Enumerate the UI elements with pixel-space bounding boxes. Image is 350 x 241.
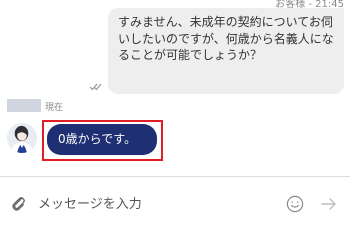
agent-avatar-icon [7,123,37,153]
chat-area: お客様 - 21:45 すみません、未成年の契約についてお伺いしたいのですが、何… [0,0,350,176]
smiley-icon[interactable] [286,195,304,213]
paperclip-icon[interactable] [11,195,26,213]
incoming-message-bubble: 0歳からです。 [47,124,157,155]
outgoing-message-bubble: すみません、未成年の契約についてお伺いしたいのですが、何歳から名義人になることが… [108,8,344,94]
arrow-right-icon[interactable] [320,195,338,213]
composer-bar [0,176,350,241]
message-input[interactable] [38,192,278,216]
agent-name-placeholder [7,99,41,112]
incoming-message-time: 現在 [45,103,64,113]
double-check-icon [89,81,103,91]
